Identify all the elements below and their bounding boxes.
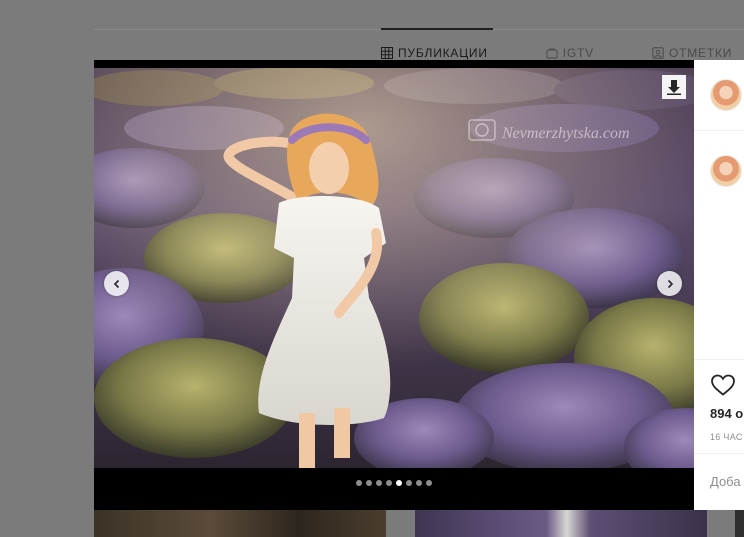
post-photo-area: Nevmerzhytska.com <box>94 60 694 510</box>
chevron-left-icon <box>113 279 119 288</box>
watermark-text: Nevmerzhytska.com <box>501 125 630 142</box>
slide-dot <box>386 480 392 486</box>
caption-avatar[interactable] <box>710 155 742 187</box>
tab-tagged-label: ОТМЕТКИ <box>668 46 733 60</box>
slide-dot <box>356 480 362 486</box>
post-side-panel: 894 о 16 ЧАС Доба <box>694 60 744 510</box>
likes-count[interactable]: 894 о <box>710 406 743 421</box>
post-thumbnail[interactable] <box>94 510 386 537</box>
tab-tagged[interactable]: ОТМЕТКИ <box>652 46 732 60</box>
tab-igtv-label: IGTV <box>562 46 594 60</box>
next-slide-button[interactable] <box>657 271 682 296</box>
slide-dot <box>416 480 422 486</box>
active-tab-indicator <box>381 28 493 30</box>
chevron-right-icon <box>667 279 673 288</box>
download-button[interactable] <box>662 75 686 99</box>
igtv-icon <box>546 47 558 59</box>
heart-icon[interactable] <box>710 373 736 397</box>
divider <box>694 130 744 131</box>
tagged-icon <box>652 47 664 59</box>
slide-dot <box>426 480 432 486</box>
slide-dot <box>376 480 382 486</box>
previous-slide-button[interactable] <box>104 271 129 296</box>
grid-icon <box>381 47 393 59</box>
post-modal: Nevmerzhytska.com 894 о 16 ЧАС Доба <box>94 60 744 510</box>
download-arrow-icon <box>667 80 681 95</box>
profile-tabs: ПУБЛИКАЦИИ IGTV ОТМЕТКИ <box>381 46 744 60</box>
author-avatar[interactable] <box>710 79 742 111</box>
slide-dot <box>366 480 372 486</box>
tab-posts[interactable]: ПУБЛИКАЦИИ <box>381 46 488 60</box>
comment-input[interactable]: Доба <box>710 474 741 489</box>
divider <box>694 359 744 360</box>
tab-posts-label: ПУБЛИКАЦИИ <box>398 46 488 60</box>
post-thumbnail[interactable] <box>415 510 707 537</box>
tab-igtv[interactable]: IGTV <box>546 46 594 60</box>
slide-indicator <box>356 480 432 486</box>
post-photo[interactable]: Nevmerzhytska.com <box>94 68 694 468</box>
slide-dot <box>406 480 412 486</box>
divider <box>694 453 744 454</box>
post-timestamp: 16 ЧАС <box>710 432 743 442</box>
slide-dot <box>396 480 402 486</box>
post-thumbnail[interactable] <box>735 510 744 537</box>
